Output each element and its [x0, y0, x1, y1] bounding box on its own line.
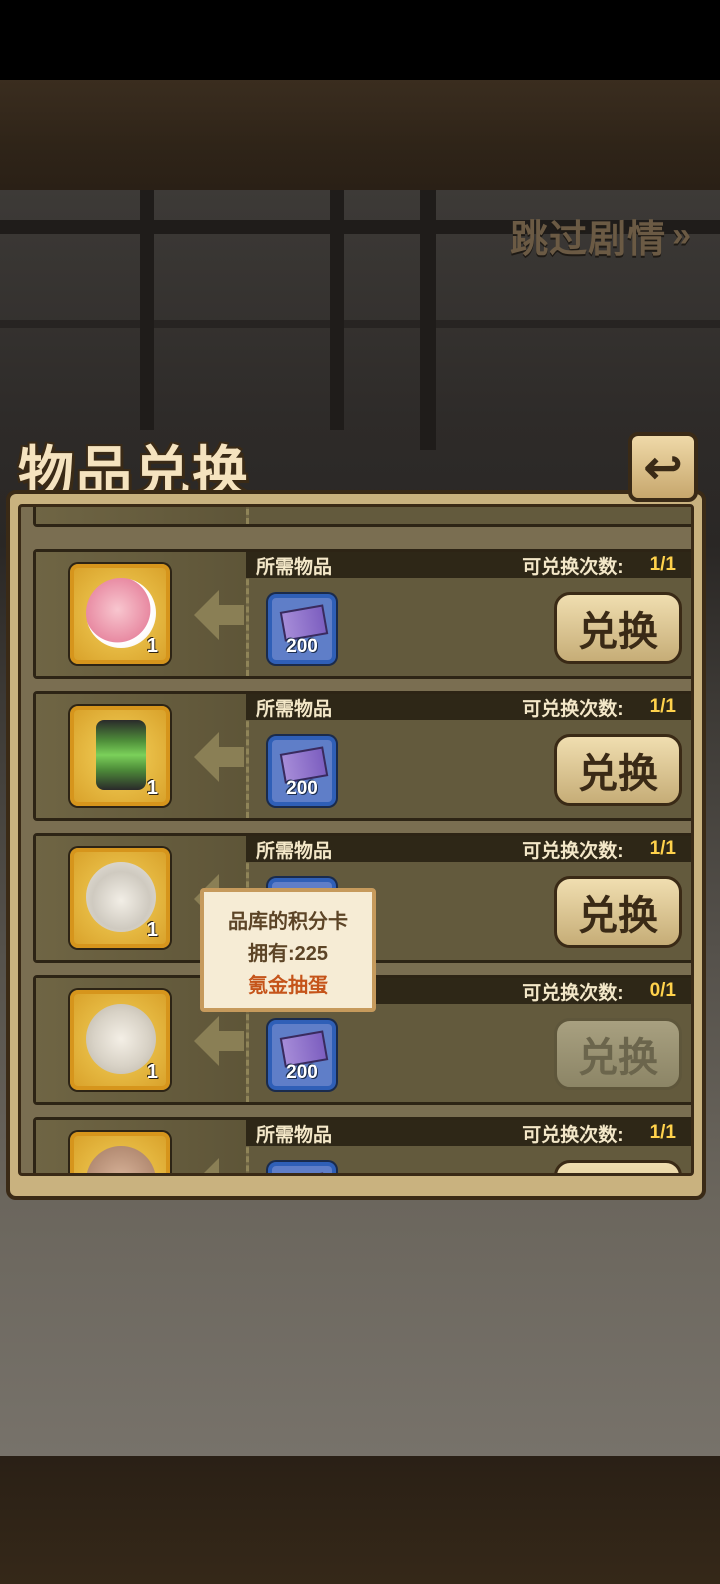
exchange-count-value: 1/1	[649, 838, 676, 859]
exchange-panel: 1 所需物品 可兑换次数: 1/1 200 兑换 1 所需物品 可兑换次数: 1…	[6, 490, 706, 1200]
angel-wings-icon	[86, 862, 156, 932]
exchange-button[interactable]: 兑换	[554, 592, 682, 664]
list-item: 1 所需物品 可兑换次数: 1/1 200 兑换	[33, 691, 691, 821]
row-header: 所需物品 可兑换次数: 1/1	[246, 552, 691, 578]
row-header: 所需物品 可兑换次数: 1/1	[246, 1120, 691, 1146]
top-bar	[0, 0, 720, 80]
exchange-count-label: 可兑换次数:	[522, 1124, 624, 1146]
spiked-wings-icon	[86, 1004, 156, 1074]
back-button[interactable]: ↩	[628, 432, 698, 502]
points-card-icon	[279, 1172, 329, 1173]
exchange-list: 1 所需物品 可兑换次数: 1/1 200 兑换 1 所需物品 可兑换次数: 1…	[21, 507, 691, 1173]
item-tooltip: 品库的积分卡 拥有:225 氪金抽蛋	[200, 888, 376, 1012]
arrow-left-icon	[194, 732, 244, 782]
required-items-label: 所需物品	[256, 556, 333, 578]
exchange-button[interactable]: 兑换	[554, 1160, 682, 1173]
tooltip-owned-count: 拥有:225	[247, 943, 329, 965]
exchange-button[interactable]: 兑换	[554, 734, 682, 806]
item-quantity: 1	[146, 1061, 158, 1083]
cost-item[interactable]: 200	[268, 736, 336, 806]
required-items-label: 所需物品	[256, 1124, 333, 1146]
reward-item[interactable]	[70, 1132, 170, 1173]
arrow-left-icon	[194, 1158, 244, 1173]
reward-item[interactable]: 1	[70, 990, 170, 1090]
list-item: 所需物品 可兑换次数: 1/1 兑换	[33, 1117, 691, 1173]
exchange-list-viewport[interactable]: 1 所需物品 可兑换次数: 1/1 200 兑换 1 所需物品 可兑换次数: 1…	[18, 504, 694, 1176]
arrow-left-icon	[194, 1016, 244, 1066]
cost-amount: 200	[286, 636, 318, 657]
return-arrow-icon: ↩	[643, 441, 683, 493]
exchange-count-value: 0/1	[649, 980, 676, 1001]
reward-item[interactable]: 1	[70, 564, 170, 664]
exchange-count-label: 可兑换次数:	[522, 556, 624, 578]
list-item	[33, 507, 691, 527]
cost-item[interactable]	[268, 1162, 336, 1173]
exchange-count-value: 1/1	[649, 554, 676, 575]
tooltip-source: 氪金抽蛋	[248, 975, 328, 997]
parchment-footer	[0, 1456, 720, 1584]
arrow-left-icon	[194, 590, 244, 640]
reward-item[interactable]: 1	[70, 848, 170, 948]
exchange-button[interactable]: 兑换	[554, 876, 682, 948]
row-header: 所需物品 可兑换次数: 1/1	[246, 694, 691, 720]
cost-item[interactable]: 200	[268, 1020, 336, 1090]
cost-amount: 200	[286, 1062, 318, 1083]
reward-slot: 1	[36, 552, 249, 676]
exchange-count-value: 1/1	[649, 1122, 676, 1143]
exchange-count-value: 1/1	[649, 696, 676, 717]
item-quantity: 1	[146, 919, 158, 941]
exchange-count-label: 可兑换次数:	[522, 840, 624, 862]
pig-pillow-icon	[86, 578, 156, 648]
required-items-label: 所需物品	[256, 840, 333, 862]
skip-story-button[interactable]: 跳过剧情 »	[510, 208, 692, 263]
double-chevron-right-icon: »	[672, 216, 692, 254]
exchange-count-label: 可兑换次数:	[522, 698, 624, 720]
reward-slot: 1	[36, 694, 249, 818]
reward-item-icon	[86, 1146, 156, 1173]
exchange-button-disabled: 兑换	[554, 1018, 682, 1090]
row-header: 所需物品 可兑换次数: 1/1	[246, 836, 691, 862]
item-quantity: 1	[146, 635, 158, 657]
tooltip-item-name: 品库的积分卡	[228, 911, 348, 933]
parchment-header	[0, 80, 720, 190]
reward-slot	[36, 1120, 249, 1173]
list-item: 1 所需物品 可兑换次数: 1/1 200 兑换	[33, 549, 691, 679]
green-lantern-icon	[96, 720, 146, 790]
item-quantity: 1	[146, 777, 158, 799]
skip-story-label: 跳过剧情	[510, 219, 667, 261]
required-items-label: 所需物品	[256, 698, 333, 720]
cost-amount: 200	[286, 778, 318, 799]
cost-item[interactable]: 200	[268, 594, 336, 664]
reward-item[interactable]: 1	[70, 706, 170, 806]
exchange-count-label: 可兑换次数:	[522, 982, 624, 1004]
